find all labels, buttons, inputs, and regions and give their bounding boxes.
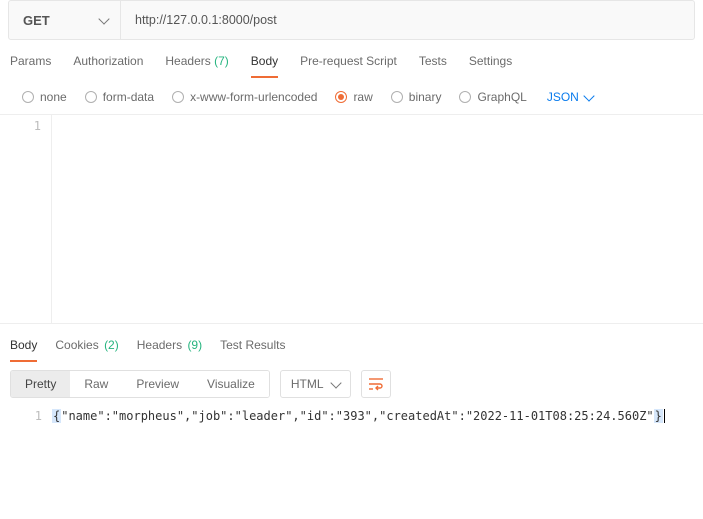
tab-body[interactable]: Body [251, 54, 278, 78]
radio-icon [335, 91, 347, 103]
radio-icon [391, 91, 403, 103]
radio-icon [85, 91, 97, 103]
radio-icon [459, 91, 471, 103]
http-method-label: GET [23, 13, 50, 28]
view-mode-segment: Pretty Raw Preview Visualize [10, 370, 270, 398]
radio-binary[interactable]: binary [391, 90, 442, 104]
tab-authorization[interactable]: Authorization [73, 54, 143, 78]
url-bar: GET [8, 0, 695, 40]
line-number: 1 [0, 119, 41, 133]
tab-headers[interactable]: Headers (7) [165, 54, 228, 78]
response-tabs: Body Cookies (2) Headers (9) Test Result… [0, 324, 703, 362]
radio-binary-label: binary [409, 90, 442, 104]
radio-formdata-label: form-data [103, 90, 154, 104]
radio-graphql[interactable]: GraphQL [459, 90, 526, 104]
radio-raw[interactable]: raw [335, 90, 372, 104]
response-lang-label: HTML [291, 377, 324, 391]
text-cursor [664, 409, 665, 423]
request-body-editor[interactable]: 1 [0, 114, 703, 324]
radio-xwww-label: x-www-form-urlencoded [190, 90, 317, 104]
editor-gutter: 1 [0, 115, 52, 323]
radio-none-label: none [40, 90, 67, 104]
radio-none[interactable]: none [22, 90, 67, 104]
code-line: {"name":"morpheus","job":"leader","id":"… [52, 409, 663, 423]
body-type-options: none form-data x-www-form-urlencoded raw… [0, 78, 703, 114]
response-lang-select[interactable]: HTML [280, 370, 351, 398]
chevron-down-icon [330, 377, 341, 388]
resp-tab-cookies-label: Cookies [55, 338, 98, 352]
http-method-select[interactable]: GET [9, 1, 121, 39]
radio-xwww[interactable]: x-www-form-urlencoded [172, 90, 317, 104]
resp-tab-headers-count: (9) [187, 338, 202, 352]
radio-icon [172, 91, 184, 103]
radio-graphql-label: GraphQL [477, 90, 526, 104]
view-visualize-button[interactable]: Visualize [193, 371, 269, 397]
wrap-icon [368, 377, 384, 391]
response-code-content[interactable]: {"name":"morpheus","job":"leader","id":"… [52, 406, 703, 423]
resp-tab-headers[interactable]: Headers (9) [137, 338, 202, 362]
tab-prerequest[interactable]: Pre-request Script [300, 54, 397, 78]
radio-icon [22, 91, 34, 103]
resp-tab-headers-label: Headers [137, 338, 182, 352]
response-body-editor[interactable]: 1 {"name":"morpheus","job":"leader","id"… [0, 406, 703, 423]
body-lang-select[interactable]: JSON [547, 90, 593, 104]
tab-tests[interactable]: Tests [419, 54, 447, 78]
radio-raw-label: raw [353, 90, 372, 104]
chevron-down-icon [98, 13, 109, 24]
editor-content[interactable] [52, 115, 703, 323]
view-raw-button[interactable]: Raw [70, 371, 122, 397]
chevron-down-icon [583, 90, 594, 101]
request-tabs: Params Authorization Headers (7) Body Pr… [0, 40, 703, 78]
resp-tab-cookies[interactable]: Cookies (2) [55, 338, 118, 362]
tab-headers-count: (7) [214, 54, 229, 68]
line-number: 1 [0, 409, 42, 423]
response-toolbar: Pretty Raw Preview Visualize HTML [0, 362, 703, 406]
wrap-lines-button[interactable] [361, 370, 391, 398]
resp-tab-tests[interactable]: Test Results [220, 338, 285, 362]
tab-settings[interactable]: Settings [469, 54, 512, 78]
tab-headers-label: Headers [165, 54, 210, 68]
resp-tab-body[interactable]: Body [10, 338, 37, 362]
body-lang-label: JSON [547, 90, 579, 104]
view-pretty-button[interactable]: Pretty [11, 371, 70, 397]
resp-tab-cookies-count: (2) [104, 338, 119, 352]
tab-params[interactable]: Params [10, 54, 51, 78]
editor-gutter: 1 [0, 406, 52, 423]
radio-formdata[interactable]: form-data [85, 90, 154, 104]
view-preview-button[interactable]: Preview [122, 371, 193, 397]
url-input[interactable] [121, 1, 694, 39]
